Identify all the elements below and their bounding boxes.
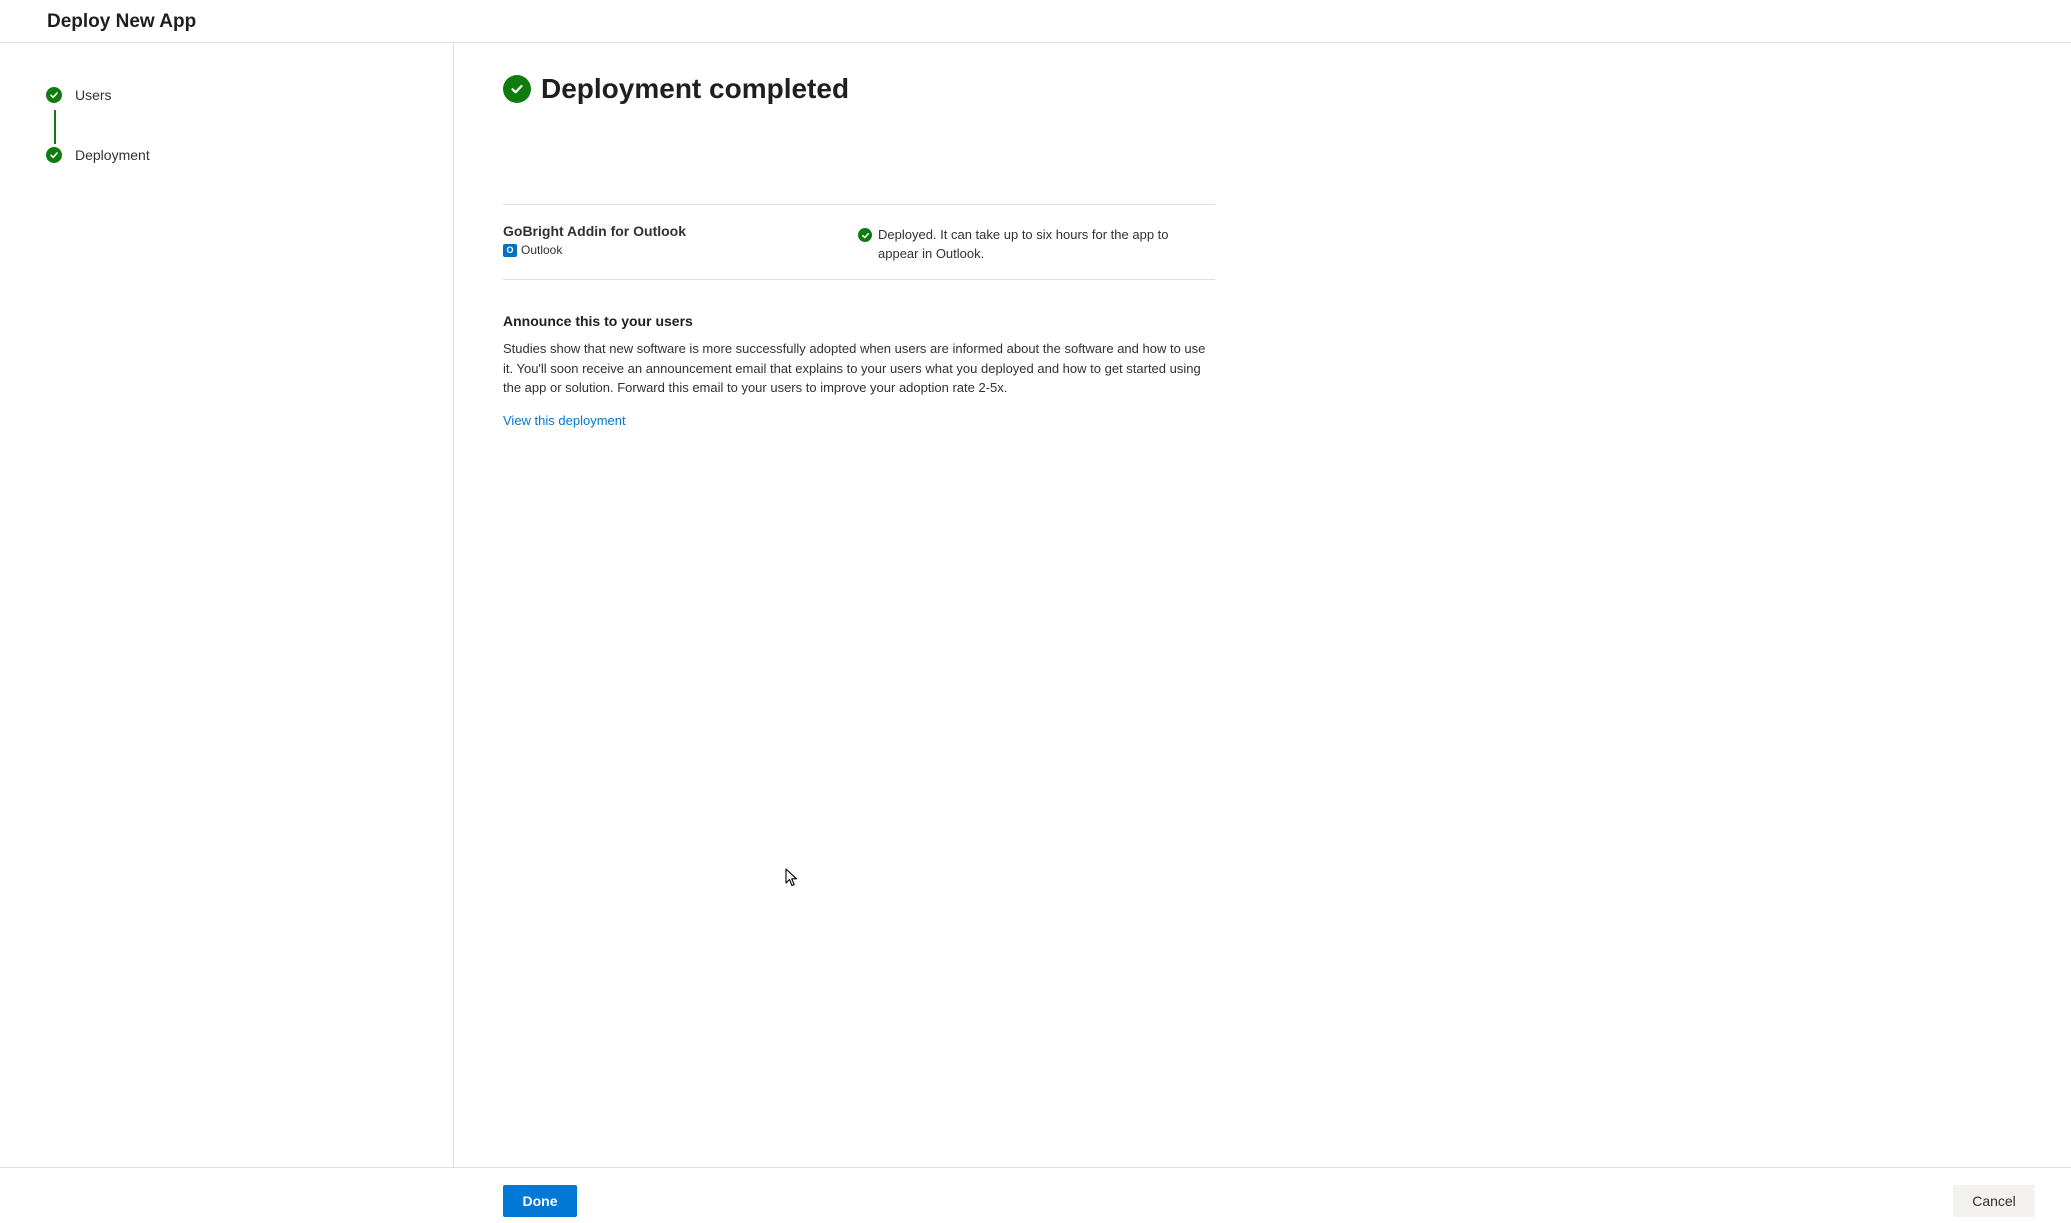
step-users[interactable]: Users xyxy=(46,87,112,103)
success-check-icon xyxy=(503,75,531,103)
page-title: Deploy New App xyxy=(47,11,197,32)
app-platform: O Outlook xyxy=(503,243,562,257)
step-connector xyxy=(54,110,56,144)
step-label-deployment: Deployment xyxy=(75,147,150,163)
step-deployment[interactable]: Deployment xyxy=(46,147,150,163)
done-button[interactable]: Done xyxy=(503,1185,577,1217)
cancel-button[interactable]: Cancel xyxy=(1953,1185,2035,1217)
announce-body: Studies show that new software is more s… xyxy=(503,341,1206,395)
app-name: GoBright Addin for Outlook xyxy=(503,223,687,239)
footer: Done Cancel xyxy=(0,1167,2071,1223)
deployed-app-row: GoBright Addin for Outlook O Outlook Dep… xyxy=(503,204,1215,280)
announce-heading: Announce this to your users xyxy=(503,313,693,329)
completion-title-row: Deployment completed xyxy=(503,73,1215,105)
status-text: Deployed. It can take up to six hours fo… xyxy=(878,227,1169,261)
wizard-steps-sidebar xyxy=(0,43,454,1167)
outlook-icon: O xyxy=(503,243,517,257)
header: Deploy New App xyxy=(0,0,2071,43)
completion-title: Deployment completed xyxy=(541,73,850,104)
view-deployment-link[interactable]: View this deployment xyxy=(503,413,626,428)
deployment-status: Deployed. It can take up to six hours fo… xyxy=(858,225,1198,263)
status-check-icon xyxy=(858,228,872,242)
mouse-pointer-icon xyxy=(785,868,799,893)
checkmark-icon xyxy=(46,87,62,103)
step-label-users: Users xyxy=(75,87,112,103)
platform-label: Outlook xyxy=(521,243,563,257)
checkmark-icon xyxy=(46,147,62,163)
